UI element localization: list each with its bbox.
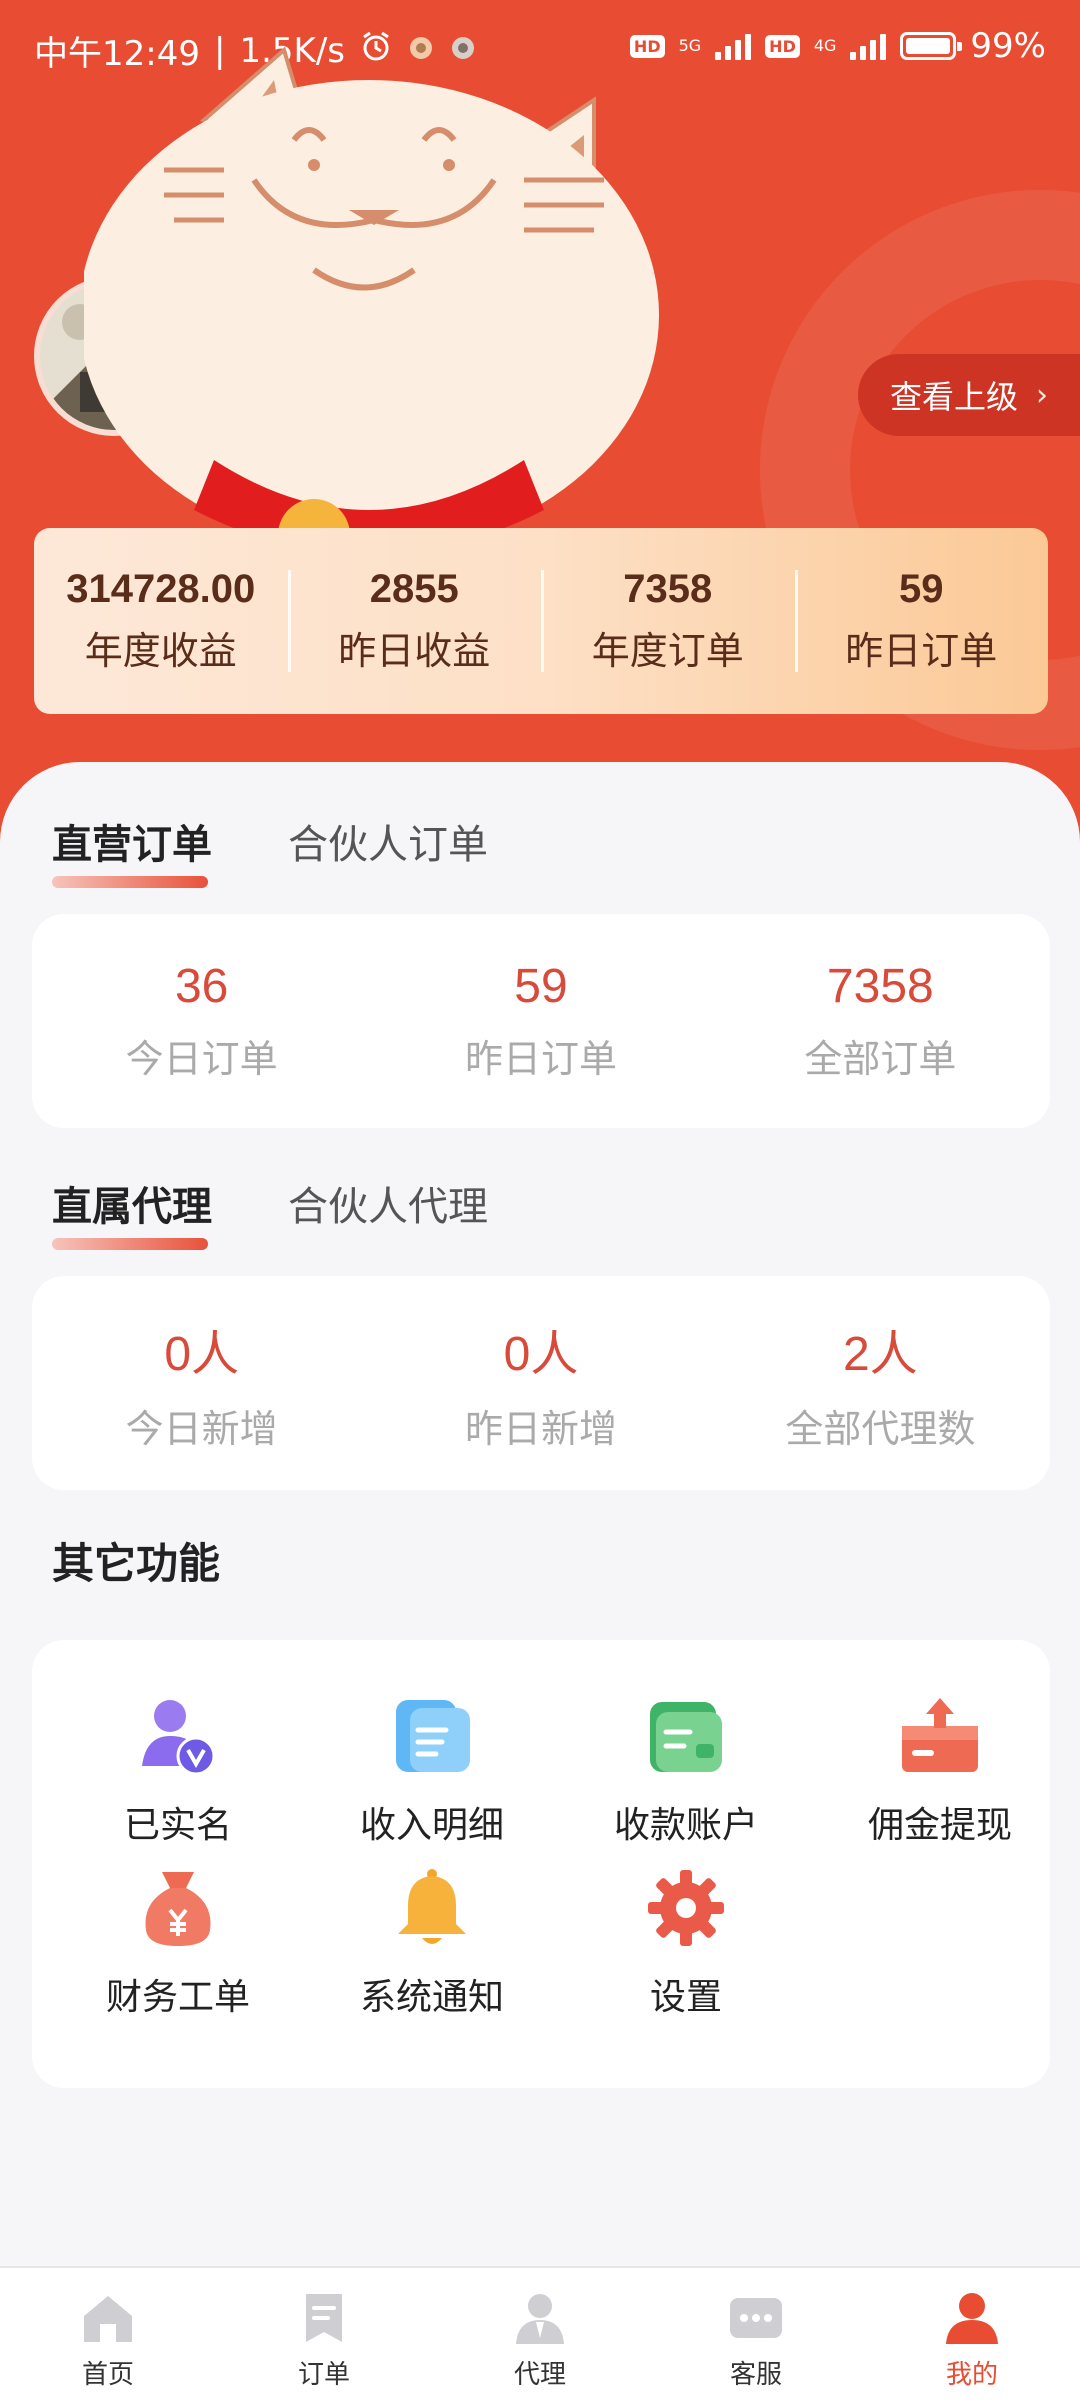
signal-icon (850, 32, 887, 60)
tab-underline (52, 876, 208, 888)
summary-label: 年度收益 (84, 629, 237, 673)
nav-label: 我的 (945, 2360, 998, 2390)
metric-value: 36 (174, 960, 229, 1013)
summary-value: 59 (899, 567, 944, 611)
function-label: 财务工单 (105, 1977, 250, 2018)
nav-item-profile[interactable]: 我的 (864, 2268, 1080, 2401)
nav-label: 首页 (81, 2360, 134, 2390)
document-icon (396, 1700, 470, 1772)
functions-card: 已实名 收入明细 收款账户 佣金提现 财务工单 系统通知 设置 (32, 1640, 1050, 2088)
nav-label: 订单 (297, 2360, 350, 2390)
function-label: 已实名 (123, 1805, 232, 1846)
metric-value: 7358 (826, 960, 934, 1013)
function-label: 收入明细 (359, 1805, 504, 1846)
summary-stat: 2855 昨日收益 (287, 528, 542, 714)
function-verified[interactable]: 已实名 (68, 1694, 288, 1848)
function-label: 收款账户 (613, 1805, 758, 1846)
bottom-navigation: 首页 订单 代理 客服 我的 (0, 2266, 1080, 2401)
nav-item-orders[interactable]: 订单 (216, 2268, 432, 2401)
bell-icon (398, 1869, 466, 1944)
agent-metrics-card: 0人 今日新增 0人 昨日新增 2人 全部代理数 (32, 1276, 1050, 1490)
function-settings[interactable]: 设置 (576, 1866, 796, 2020)
chevron-right-icon: › (1036, 377, 1049, 413)
metric-label: 全部订单 (804, 1037, 957, 1081)
metric-label: 今日订单 (125, 1037, 278, 1081)
summary-label: 昨日收益 (338, 629, 491, 673)
metric-today-new-agents[interactable]: 0人 今日新增 (32, 1314, 371, 1453)
agent-tabs: 直属代理 合伙人代理 (52, 1174, 488, 1250)
tab-label: 直属代理 (52, 1184, 212, 1230)
summary-label: 昨日订单 (845, 629, 998, 673)
tab-direct-orders[interactable]: 直营订单 (52, 812, 212, 888)
summary-value: 314728.00 (66, 567, 256, 611)
metric-total-agents[interactable]: 2人 全部代理数 (711, 1314, 1050, 1453)
function-system-notice[interactable]: 系统通知 (322, 1866, 542, 2020)
nav-item-home[interactable]: 首页 (0, 2268, 216, 2401)
battery-level: 99% (970, 26, 1046, 66)
gear-icon (648, 1870, 724, 1946)
metric-yesterday-orders[interactable]: 59 昨日订单 (371, 959, 710, 1083)
nav-item-customer-service[interactable]: 客服 (648, 2268, 864, 2401)
tab-label: 合伙人订单 (288, 822, 488, 868)
function-finance-ticket[interactable]: 财务工单 (68, 1866, 288, 2020)
metric-value: 2人 (842, 1327, 918, 1381)
network-type: 4G (813, 36, 837, 55)
tab-direct-agents[interactable]: 直属代理 (52, 1174, 212, 1250)
function-label: 系统通知 (359, 1977, 504, 2018)
home-icon (84, 2296, 132, 2342)
nav-label: 客服 (729, 2360, 782, 2390)
metric-today-orders[interactable]: 36 今日订单 (32, 959, 371, 1083)
profile-header: 中午12:49 | 1.5K/s HD 5G HD 4G 99% 查看上级 › … (0, 0, 1080, 860)
hd-badge: HD (765, 34, 800, 58)
function-label: 设置 (649, 1977, 722, 2018)
metric-all-orders[interactable]: 7358 全部订单 (711, 959, 1050, 1083)
wallet-icon (650, 1702, 722, 1772)
view-upline-label: 查看上级 (890, 378, 1019, 416)
agent-icon (516, 2294, 564, 2344)
metric-label: 昨日订单 (464, 1037, 617, 1081)
summary-stat: 59 昨日订单 (794, 528, 1049, 714)
function-label: 佣金提现 (867, 1805, 1012, 1846)
function-commission-withdraw[interactable]: 佣金提现 (830, 1694, 1050, 1848)
summary-stat: 314728.00 年度收益 (34, 528, 288, 714)
cat-sticker (84, 46, 659, 571)
metric-label: 全部代理数 (785, 1406, 976, 1451)
metric-yesterday-new-agents[interactable]: 0人 昨日新增 (371, 1314, 710, 1453)
order-icon (306, 2294, 342, 2342)
nav-label: 代理 (513, 2360, 566, 2390)
tab-label: 合伙人代理 (288, 1184, 488, 1230)
summary-stats-card: 314728.00 年度收益 2855 昨日收益 7358 年度订单 59 昨日… (34, 528, 1048, 714)
tab-partner-orders[interactable]: 合伙人订单 (288, 812, 488, 888)
metric-label: 昨日新增 (464, 1406, 617, 1451)
signal-icon (715, 32, 752, 60)
summary-stat: 7358 年度订单 (541, 528, 795, 714)
other-functions-title: 其它功能 (52, 1539, 221, 1588)
chat-icon (730, 2298, 782, 2338)
battery-icon (900, 32, 963, 60)
withdraw-icon (902, 1698, 978, 1772)
summary-value: 2855 (369, 567, 459, 611)
profile-icon (946, 2293, 998, 2344)
metric-value: 0人 (503, 1327, 579, 1381)
summary-label: 年度订单 (591, 629, 744, 673)
metric-label: 今日新增 (125, 1406, 278, 1451)
verified-user-icon (142, 1700, 216, 1776)
tab-partner-agents[interactable]: 合伙人代理 (288, 1174, 488, 1250)
order-tabs: 直营订单 合伙人订单 (52, 812, 488, 888)
metric-value: 0人 (164, 1327, 240, 1381)
view-upline-button[interactable]: 查看上级 › (858, 354, 1080, 436)
money-bag-icon (145, 1872, 211, 1946)
tab-underline (52, 1238, 208, 1250)
summary-value: 7358 (623, 567, 713, 611)
function-payment-account[interactable]: 收款账户 (576, 1694, 796, 1848)
nav-item-agents[interactable]: 代理 (432, 2268, 648, 2401)
tab-label: 直营订单 (52, 822, 212, 868)
function-income-detail[interactable]: 收入明细 (322, 1694, 542, 1848)
order-metrics-card: 36 今日订单 59 昨日订单 7358 全部订单 (32, 914, 1050, 1128)
metric-value: 59 (514, 960, 568, 1013)
